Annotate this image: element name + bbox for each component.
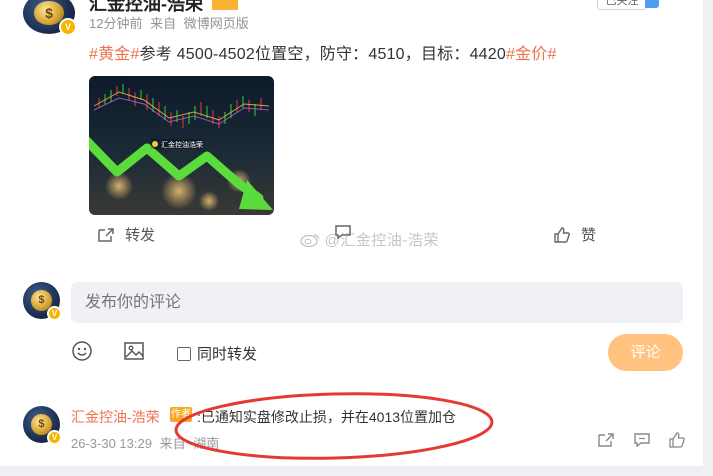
source-prefix: 来自 <box>150 16 177 31</box>
also-repost-option[interactable]: 同时转发 <box>177 343 257 364</box>
comment-text: :已通知实盘修改止损，并在4013位置加仓 <box>197 409 457 425</box>
right-gutter <box>703 0 713 476</box>
repost-label: 转发 <box>125 227 156 244</box>
repost-button[interactable]: 转发 <box>97 224 155 245</box>
follow-dropdown-button[interactable] <box>645 0 659 8</box>
post-image[interactable]: 汇金控油浩荣 <box>89 76 274 215</box>
market-chart-image: 汇金控油浩荣 <box>89 76 274 215</box>
topic-link-gold-price[interactable]: #金价# <box>506 46 557 63</box>
topic-link-gold[interactable]: #黄金# <box>89 46 140 63</box>
author-avatar[interactable]: $ V <box>23 0 77 36</box>
like-icon[interactable] <box>668 432 686 448</box>
verified-icon: V <box>59 18 77 36</box>
also-repost-checkbox[interactable] <box>177 346 191 361</box>
post-text: #黄金#参考 4500-4502位置空，防守：4510，目标：4420#金价# <box>89 40 557 64</box>
like-label: 赞 <box>581 227 597 244</box>
watermark-text: @汇金控油-浩荣 <box>300 229 439 250</box>
post-time[interactable]: 12分钟前 <box>89 16 142 31</box>
also-repost-label: 同时转发 <box>197 346 258 363</box>
bottom-gutter <box>0 466 713 476</box>
like-button[interactable]: 赞 <box>553 224 596 245</box>
image-caption: 汇金控油浩荣 <box>161 140 203 149</box>
comment-icon[interactable] <box>633 432 651 448</box>
post-meta: 12分钟前 来自 微博网页版 <box>89 13 253 32</box>
post-body: 参考 4500-4502位置空，防守：4510，目标：4420 <box>139 46 506 63</box>
share-icon[interactable] <box>597 432 615 448</box>
commenter-avatar[interactable]: $ V <box>23 406 62 445</box>
weibo-logo-icon <box>300 234 320 248</box>
author-badge: 作者 <box>170 407 192 422</box>
like-icon <box>554 226 570 243</box>
member-badge-icon <box>212 0 239 11</box>
verified-icon: V <box>47 430 62 445</box>
comment-time: 26-3-30 13:29 <box>71 436 152 451</box>
comment-meta: 26-3-30 13:29 来自 湖南 <box>71 433 223 452</box>
image-icon[interactable] <box>123 340 145 362</box>
commenter-name[interactable]: 汇金控油-浩荣 <box>71 407 160 427</box>
follow-button[interactable]: 已关注 <box>597 0 647 10</box>
post-source[interactable]: 微博网页版 <box>184 16 249 31</box>
verified-icon: V <box>47 306 62 321</box>
submit-comment-button[interactable]: 评论 <box>608 334 683 371</box>
share-icon <box>98 227 114 242</box>
my-avatar[interactable]: $ V <box>23 282 62 321</box>
comment-source: 湖南 <box>193 436 220 451</box>
comment-source-prefix: 来自 <box>159 436 186 451</box>
author-name[interactable]: 汇金控油-浩荣 <box>89 0 203 14</box>
emoji-icon[interactable] <box>71 340 93 362</box>
comment-input[interactable] <box>71 282 683 323</box>
weibo-post-card: $ V 汇金控油-浩荣 12分钟前 来自 微博网页版 已关注 #黄金#参考 45… <box>0 0 703 466</box>
